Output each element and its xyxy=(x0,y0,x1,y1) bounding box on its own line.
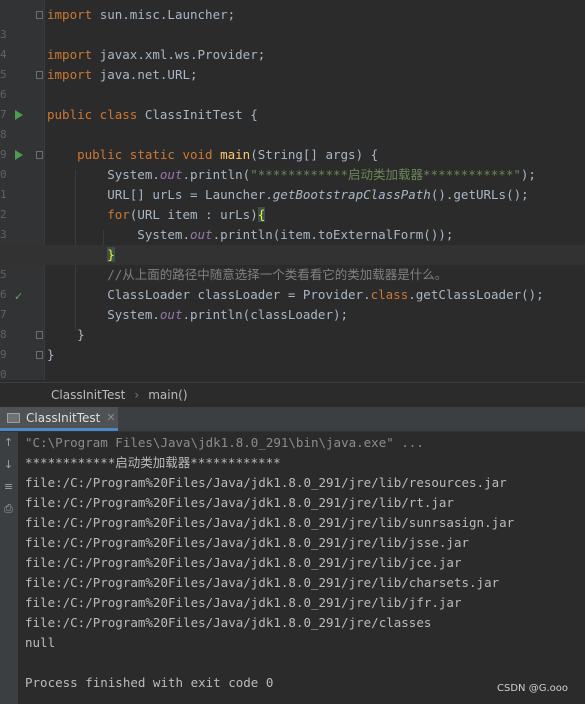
code-text: ClassLoader classLoader = Provider.class… xyxy=(47,287,544,302)
breadcrumb-method[interactable]: main() xyxy=(148,388,187,402)
run-tool-window-header: ClassInitTest ✕ xyxy=(0,407,585,432)
code-line: 9 } xyxy=(0,325,585,361)
console-line: file:/C:/Program%20Files/Java/jdk1.8.0_2… xyxy=(25,595,462,610)
code-line: 6 import java.net.URL; xyxy=(0,65,585,101)
code-line: 3 for(URL item : urLs){ xyxy=(0,205,585,241)
console-line: null xyxy=(25,635,56,650)
breadcrumb: ClassInitTest › main() xyxy=(0,382,585,407)
run-triangle-icon[interactable] xyxy=(15,110,23,120)
console-line: file:/C:/Program%20Files/Java/jdk1.8.0_2… xyxy=(25,515,515,530)
code-line: 2 URL[] urLs = Launcher.getBootstrapClas… xyxy=(0,185,585,221)
console-line: ************启动类加载器************ xyxy=(25,455,281,470)
fold-icon[interactable] xyxy=(36,11,43,19)
code-text: URL[] urLs = Launcher.getBootstrapClassP… xyxy=(47,187,529,202)
code-line: 1 System.out.println("************启动类加载器… xyxy=(0,165,585,201)
console-line: file:/C:/Program%20Files/Java/jdk1.8.0_2… xyxy=(25,535,470,550)
code-text: import sun.misc.Launcher; xyxy=(47,7,236,22)
console-line: file:/C:/Program%20Files/Java/jdk1.8.0_2… xyxy=(25,615,432,630)
check-icon: ✓ xyxy=(14,290,24,303)
code-line: 8 System.out.println(classLoader); xyxy=(0,305,585,341)
fold-icon[interactable] xyxy=(36,151,43,159)
console-icon xyxy=(7,412,20,423)
code-text: System.out.println(item.toExternalForm()… xyxy=(47,227,454,242)
code-text: } xyxy=(47,327,85,342)
code-line: 7 ✓ ClassLoader classLoader = Provider.c… xyxy=(0,285,585,321)
code-line: 5 import javax.xml.ws.Provider; xyxy=(0,45,585,81)
console-exit-line: Process finished with exit code 0 xyxy=(25,675,274,690)
close-icon[interactable]: ✕ xyxy=(106,411,115,424)
code-editor[interactable]: 3 import sun.misc.Launcher; 4 5 import j… xyxy=(0,0,585,380)
fold-icon[interactable] xyxy=(36,351,43,359)
code-text: import java.net.URL; xyxy=(47,67,198,82)
code-text: System.out.println(classLoader); xyxy=(47,307,349,322)
fold-icon[interactable] xyxy=(36,331,43,339)
watermark: CSDN @G.ooo xyxy=(497,683,568,694)
code-text: } xyxy=(107,247,115,262)
code-line-current: 5 } xyxy=(0,245,585,281)
code-line: 4 System.out.println(item.toExternalForm… xyxy=(0,225,585,261)
arrow-up-icon[interactable]: ↑ xyxy=(2,436,15,449)
code-line: 7 xyxy=(0,85,585,121)
code-line: 8 public class ClassInitTest { xyxy=(0,105,585,141)
console-line: file:/C:/Program%20Files/Java/jdk1.8.0_2… xyxy=(25,575,500,590)
run-side-toolbar: ↑ ↓ ≡ ⎙ xyxy=(0,432,18,704)
code-text: System.out.println("************启动类加载器**… xyxy=(47,167,536,182)
code-text: import javax.xml.ws.Provider; xyxy=(47,47,266,62)
code-line: 0 public static void main(String[] args)… xyxy=(0,145,585,181)
code-text: for(URL item : urLs){ xyxy=(107,207,266,222)
print-icon[interactable]: ⎙ xyxy=(2,502,15,515)
code-text: } xyxy=(47,347,55,362)
code-line: 9 xyxy=(0,125,585,161)
code-comment: //从上面的路径中随意选择一个类看看它的类加载器是什么。 xyxy=(107,267,448,282)
console-line: file:/C:/Program%20Files/Java/jdk1.8.0_2… xyxy=(25,495,454,510)
tab-label: ClassInitTest xyxy=(26,410,101,425)
code-text: public static void main(String[] args) { xyxy=(77,147,379,162)
console-line: file:/C:/Program%20Files/Java/jdk1.8.0_2… xyxy=(25,475,507,490)
breadcrumb-class[interactable]: ClassInitTest xyxy=(51,388,125,402)
soft-wrap-icon[interactable]: ≡ xyxy=(2,480,15,493)
run-triangle-icon[interactable] xyxy=(15,150,23,160)
console-line: file:/C:/Program%20Files/Java/jdk1.8.0_2… xyxy=(25,555,462,570)
code-line: 4 xyxy=(0,25,585,61)
line-number: 0 xyxy=(0,368,6,380)
breadcrumb-separator-icon: › xyxy=(134,388,140,402)
code-line: 6 //从上面的路径中随意选择一个类看看它的类加载器是什么。 xyxy=(0,265,585,301)
console-command-line: "C:\Program Files\Java\jdk1.8.0_291\bin\… xyxy=(25,435,424,450)
console-output[interactable]: "C:\Program Files\Java\jdk1.8.0_291\bin\… xyxy=(18,432,585,704)
code-line: 3 import sun.misc.Launcher; xyxy=(0,5,585,41)
code-line: 0 } xyxy=(0,345,585,380)
arrow-down-icon[interactable]: ↓ xyxy=(2,458,15,471)
tab-run-classinittest[interactable]: ClassInitTest ✕ xyxy=(0,407,118,431)
code-text: public class ClassInitTest { xyxy=(47,107,258,122)
fold-icon[interactable] xyxy=(36,71,43,79)
